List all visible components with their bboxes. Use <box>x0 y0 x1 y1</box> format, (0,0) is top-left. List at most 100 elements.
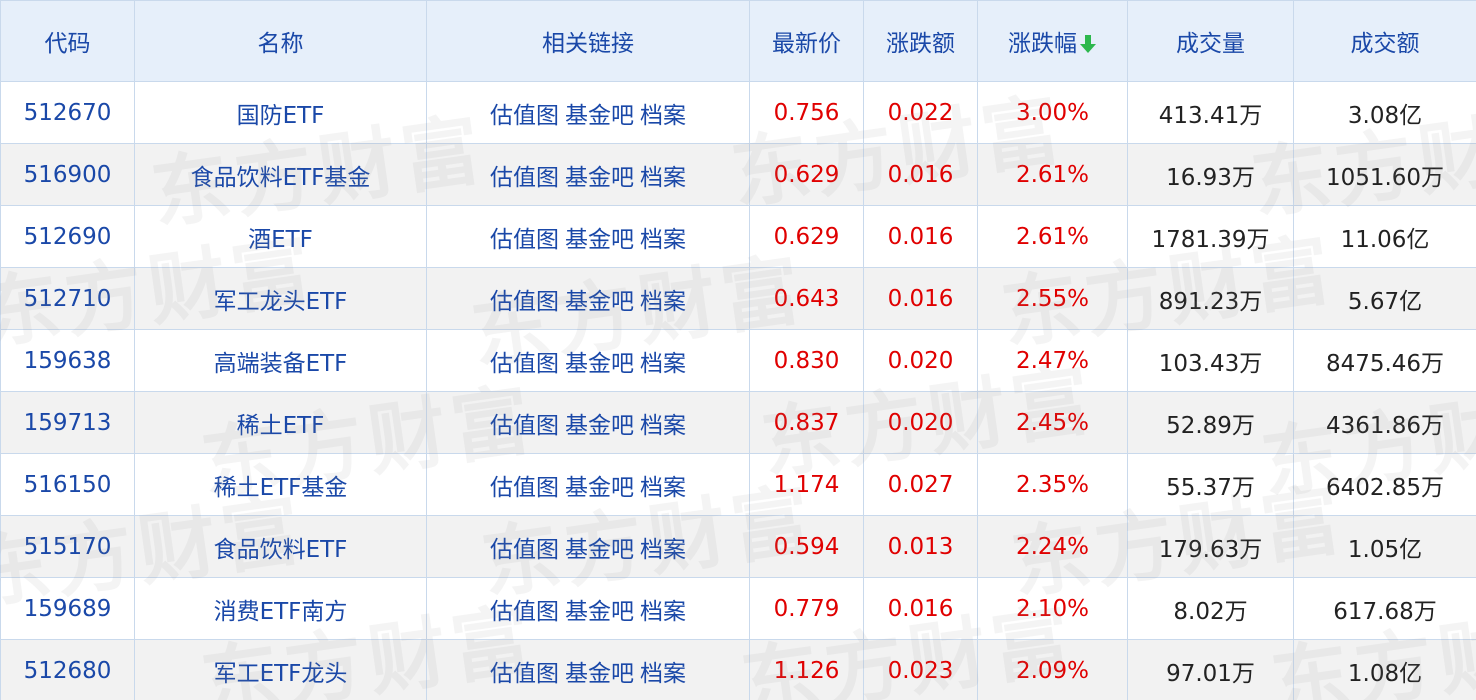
fund-code-link[interactable]: 516900 <box>0 143 135 206</box>
col-header-name[interactable]: 名称 <box>134 0 427 82</box>
related-links-cell: 估值图 基金吧 档案 <box>426 329 750 392</box>
fund-name-link[interactable]: 稀土ETF <box>134 391 427 454</box>
col-header-volume[interactable]: 成交量 <box>1127 0 1294 82</box>
table-row[interactable]: 516900 食品饮料ETF基金 估值图 基金吧 档案 0.629 0.016 2.61% 16… <box>0 143 1476 206</box>
fund-forum-link[interactable]: 基金吧 <box>565 351 634 377</box>
valuation-chart-link[interactable]: 估值图 <box>490 103 559 129</box>
fund-name-link[interactable]: 酒ETF <box>134 205 427 268</box>
price-change: 0.020 <box>863 329 978 392</box>
trade-volume: 55.37万 <box>1127 453 1294 516</box>
fund-profile-link[interactable]: 档案 <box>640 599 686 625</box>
valuation-chart-link[interactable]: 估值图 <box>490 351 559 377</box>
latest-price: 0.629 <box>749 143 864 206</box>
table-row[interactable]: 516150 稀土ETF基金 估值图 基金吧 档案 1.174 0.027 2.35% 55.3… <box>0 453 1476 516</box>
table-row[interactable]: 512680 军工ETF龙头 估值图 基金吧 档案 1.126 0.023 2.09% 97.0… <box>0 639 1476 700</box>
table-row[interactable]: 159638 高端装备ETF 估值图 基金吧 档案 0.830 0.020 2.47% 103.… <box>0 329 1476 392</box>
fund-profile-link[interactable]: 档案 <box>640 165 686 191</box>
col-header-pct[interactable]: 涨跌幅 <box>977 0 1128 82</box>
fund-profile-link[interactable]: 档案 <box>640 227 686 253</box>
fund-profile-link[interactable]: 档案 <box>640 475 686 501</box>
fund-code-link[interactable]: 516150 <box>0 453 135 516</box>
col-header-amount[interactable]: 成交额 <box>1293 0 1476 82</box>
price-change-pct: 2.45% <box>977 391 1128 454</box>
fund-forum-link[interactable]: 基金吧 <box>565 661 634 687</box>
col-header-code[interactable]: 代码 <box>0 0 135 82</box>
table-row[interactable]: 515170 食品饮料ETF 估值图 基金吧 档案 0.594 0.013 2.24% 179.… <box>0 515 1476 578</box>
table-row[interactable]: 159689 消费ETF南方 估值图 基金吧 档案 0.779 0.016 2.10% 8.02… <box>0 577 1476 640</box>
trade-volume: 179.63万 <box>1127 515 1294 578</box>
fund-forum-link[interactable]: 基金吧 <box>565 227 634 253</box>
table-row[interactable]: 512710 军工龙头ETF 估值图 基金吧 档案 0.643 0.016 2.55% 891.… <box>0 267 1476 330</box>
table-row[interactable]: 512670 国防ETF 估值图 基金吧 档案 0.756 0.022 3.00% 413.41… <box>0 81 1476 144</box>
fund-code-link[interactable]: 159689 <box>0 577 135 640</box>
arrow-down-icon[interactable] <box>1079 34 1097 54</box>
fund-name-link[interactable]: 食品饮料ETF <box>134 515 427 578</box>
price-change-pct: 3.00% <box>977 81 1128 144</box>
valuation-chart-link[interactable]: 估值图 <box>490 537 559 563</box>
fund-forum-link[interactable]: 基金吧 <box>565 537 634 563</box>
col-header-price[interactable]: 最新价 <box>749 0 864 82</box>
table-row[interactable]: 159713 稀土ETF 估值图 基金吧 档案 0.837 0.020 2.45% 52.89万… <box>0 391 1476 454</box>
col-header-change[interactable]: 涨跌额 <box>863 0 978 82</box>
fund-profile-link[interactable]: 档案 <box>640 103 686 129</box>
fund-profile-link[interactable]: 档案 <box>640 413 686 439</box>
fund-name-link[interactable]: 稀土ETF基金 <box>134 453 427 516</box>
fund-code-link[interactable]: 515170 <box>0 515 135 578</box>
price-change: 0.013 <box>863 515 978 578</box>
valuation-chart-link[interactable]: 估值图 <box>490 227 559 253</box>
trade-amount: 1051.60万 <box>1293 143 1476 206</box>
fund-name-link[interactable]: 食品饮料ETF基金 <box>134 143 427 206</box>
fund-code-link[interactable]: 512670 <box>0 81 135 144</box>
fund-name-link[interactable]: 国防ETF <box>134 81 427 144</box>
fund-code-link[interactable]: 159638 <box>0 329 135 392</box>
price-change-pct: 2.47% <box>977 329 1128 392</box>
fund-profile-link[interactable]: 档案 <box>640 661 686 687</box>
fund-name-link[interactable]: 军工龙头ETF <box>134 267 427 330</box>
fund-name-link[interactable]: 军工ETF龙头 <box>134 639 427 700</box>
table-row[interactable]: 512690 酒ETF 估值图 基金吧 档案 0.629 0.016 2.61% 1781.39… <box>0 205 1476 268</box>
latest-price: 0.830 <box>749 329 864 392</box>
fund-profile-link[interactable]: 档案 <box>640 537 686 563</box>
etf-ranking-page: 代码 名称 相关链接 最新价 涨跌额 涨跌幅 成交量 成交额 512670 国防E… <box>0 0 1476 700</box>
price-change-pct: 2.35% <box>977 453 1128 516</box>
valuation-chart-link[interactable]: 估值图 <box>490 165 559 191</box>
related-links-cell: 估值图 基金吧 档案 <box>426 391 750 454</box>
trade-volume: 97.01万 <box>1127 639 1294 700</box>
price-change-pct: 2.61% <box>977 143 1128 206</box>
valuation-chart-link[interactable]: 估值图 <box>490 413 559 439</box>
price-change-pct: 2.24% <box>977 515 1128 578</box>
valuation-chart-link[interactable]: 估值图 <box>490 599 559 625</box>
related-links-cell: 估值图 基金吧 档案 <box>426 577 750 640</box>
fund-code-link[interactable]: 512710 <box>0 267 135 330</box>
trade-amount: 1.08亿 <box>1293 639 1476 700</box>
related-links-cell: 估值图 基金吧 档案 <box>426 639 750 700</box>
price-change: 0.027 <box>863 453 978 516</box>
fund-code-link[interactable]: 159713 <box>0 391 135 454</box>
latest-price: 0.779 <box>749 577 864 640</box>
fund-code-link[interactable]: 512690 <box>0 205 135 268</box>
price-change-pct: 2.09% <box>977 639 1128 700</box>
fund-forum-link[interactable]: 基金吧 <box>565 289 634 315</box>
valuation-chart-link[interactable]: 估值图 <box>490 661 559 687</box>
fund-name-link[interactable]: 消费ETF南方 <box>134 577 427 640</box>
fund-profile-link[interactable]: 档案 <box>640 351 686 377</box>
related-links-cell: 估值图 基金吧 档案 <box>426 267 750 330</box>
trade-amount: 4361.86万 <box>1293 391 1476 454</box>
fund-code-link[interactable]: 512680 <box>0 639 135 700</box>
fund-forum-link[interactable]: 基金吧 <box>565 413 634 439</box>
trade-amount: 11.06亿 <box>1293 205 1476 268</box>
fund-profile-link[interactable]: 档案 <box>640 289 686 315</box>
fund-forum-link[interactable]: 基金吧 <box>565 165 634 191</box>
valuation-chart-link[interactable]: 估值图 <box>490 475 559 501</box>
latest-price: 0.756 <box>749 81 864 144</box>
price-change: 0.016 <box>863 205 978 268</box>
fund-forum-link[interactable]: 基金吧 <box>565 475 634 501</box>
fund-name-link[interactable]: 高端装备ETF <box>134 329 427 392</box>
valuation-chart-link[interactable]: 估值图 <box>490 289 559 315</box>
trade-amount: 8475.46万 <box>1293 329 1476 392</box>
trade-volume: 413.41万 <box>1127 81 1294 144</box>
etf-table: 代码 名称 相关链接 最新价 涨跌额 涨跌幅 成交量 成交额 512670 国防E… <box>0 0 1476 700</box>
fund-forum-link[interactable]: 基金吧 <box>565 103 634 129</box>
related-links-cell: 估值图 基金吧 档案 <box>426 453 750 516</box>
fund-forum-link[interactable]: 基金吧 <box>565 599 634 625</box>
